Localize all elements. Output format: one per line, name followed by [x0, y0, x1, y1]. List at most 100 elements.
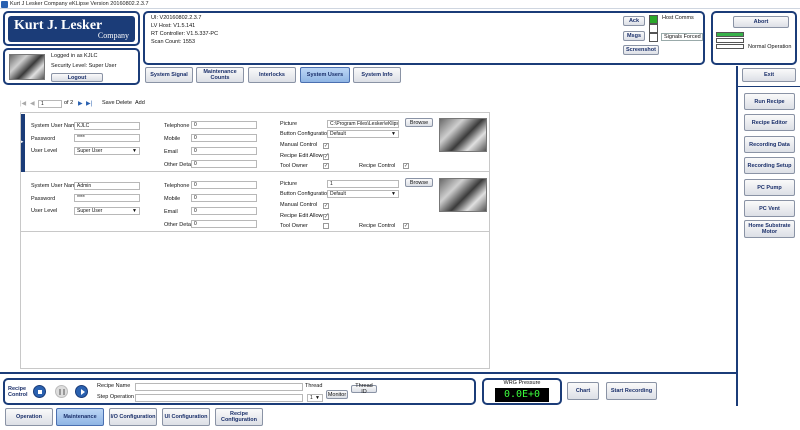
recipe-name-input[interactable] [135, 383, 303, 391]
mobile-input[interactable]: 0 [191, 134, 257, 142]
home-substrate-motor-button[interactable]: Home Substrate Motor [744, 220, 795, 238]
ack-button[interactable]: Ack [623, 16, 645, 26]
next-record-icon[interactable]: ▶ [78, 100, 83, 107]
pc-pump-button[interactable]: PC Pump [744, 179, 795, 196]
picture-path-input[interactable]: 1 [327, 180, 399, 188]
msgs-button[interactable]: Msgs [623, 31, 645, 41]
email-input[interactable]: 0 [191, 207, 257, 215]
user-level-select[interactable]: Super User ▼ [74, 147, 140, 155]
logo-subtext: Company [97, 31, 129, 40]
other-detail-label: Other Detail [164, 162, 194, 168]
tool-owner-label: Tool Owner [280, 223, 308, 229]
pause-icon[interactable] [55, 385, 68, 398]
recipe-control-checkbox[interactable]: ✓ [403, 163, 409, 169]
tab-system-users[interactable]: System Users [300, 67, 350, 83]
logo: Kurt J. Lesker Company [8, 16, 135, 42]
browse-button[interactable]: Browse [405, 118, 433, 127]
abort-button[interactable]: Abort [733, 16, 789, 28]
button-config-label: Button Configuration [280, 191, 331, 197]
manual-control-checkbox[interactable]: ✓ [323, 143, 329, 149]
thread-select[interactable]: 1 ▼ [307, 394, 323, 402]
tab-io-configuration[interactable]: I/O Configuration [109, 408, 157, 426]
user-name-input[interactable]: Admin [74, 182, 140, 190]
window-title: Kurt J Lesker Company eKLipse Version 20… [10, 1, 149, 7]
button-config-value: Default [330, 191, 346, 197]
chart-button[interactable]: Chart [567, 382, 599, 400]
tool-owner-checkbox[interactable] [323, 223, 329, 229]
tab-operation[interactable]: Operation [5, 408, 53, 426]
user-level-value: Super User [77, 148, 103, 154]
email-input[interactable]: 0 [191, 147, 257, 155]
recipe-control-label: Recipe Control [359, 223, 396, 229]
telephone-input[interactable]: 0 [191, 181, 257, 189]
recipe-edit-checkbox[interactable]: ✓ [323, 214, 329, 220]
other-detail-input[interactable]: 0 [191, 160, 257, 168]
tool-owner-checkbox[interactable]: ✓ [323, 163, 329, 169]
browse-button[interactable]: Browse [405, 178, 433, 187]
user-level-label: User Level [31, 208, 58, 214]
user-level-label: User Level [31, 148, 58, 154]
tab-recipe-configuration[interactable]: Recipe Configuration [215, 408, 263, 426]
exit-button[interactable]: Exit [742, 68, 796, 82]
other-detail-input[interactable]: 0 [191, 220, 257, 228]
tab-system-signal[interactable]: System Signal [145, 67, 193, 83]
tab-ui-configuration[interactable]: UI Configuration [162, 408, 210, 426]
start-recording-button[interactable]: Start Recording [606, 382, 657, 400]
thread-label: Thread [305, 383, 323, 389]
monitor-button[interactable]: Monitor [326, 390, 348, 399]
password-input[interactable]: **** [74, 134, 140, 142]
user-panel: Logged in as KJLC Security Level: Super … [3, 48, 140, 85]
chevron-down-icon: ▼ [391, 191, 396, 197]
wrg-pressure-panel: WRG Pressure 0.0E+0 [482, 378, 562, 405]
pc-vent-button[interactable]: PC Vent [744, 200, 795, 217]
tab-interlocks[interactable]: Interlocks [248, 67, 296, 83]
status-panel: Abort Normal Operation [711, 11, 797, 65]
step-operation-input[interactable] [135, 394, 303, 402]
play-icon[interactable] [75, 385, 88, 398]
user-record[interactable]: System User Name Admin Password **** Use… [21, 174, 489, 232]
recipe-edit-label: Recipe Edit Allowed [280, 153, 329, 159]
status-bar-green [716, 32, 744, 37]
recipe-control-checkbox[interactable]: ✓ [403, 223, 409, 229]
users-list: ▸ System User Name KJLC Password **** Us… [20, 112, 490, 369]
chevron-down-icon: ▼ [391, 131, 396, 137]
screenshot-button[interactable]: Screenshot [623, 45, 659, 55]
button-config-select[interactable]: Default ▼ [327, 130, 399, 138]
recipe-edit-checkbox[interactable]: ✓ [323, 154, 329, 160]
tab-maintenance[interactable]: Maintenance [56, 408, 104, 426]
ui-version: UI: V20160802.2.3.7 [151, 15, 202, 21]
row-pointer-icon: ▸ [21, 139, 24, 145]
recording-setup-button[interactable]: Recording Setup [744, 157, 795, 174]
run-recipe-button[interactable]: Run Recipe [744, 93, 795, 110]
recipe-editor-button[interactable]: Recipe Editor [744, 114, 795, 131]
delete-link[interactable]: Delete [116, 100, 132, 107]
page-input[interactable]: 1 [38, 100, 62, 108]
picture-path-input[interactable]: C:\Program Files\Lesker\eKlipse\el [327, 120, 399, 128]
save-link[interactable]: Save [102, 100, 115, 107]
user-level-value: Super User [77, 208, 103, 214]
user-record[interactable]: ▸ System User Name KJLC Password **** Us… [21, 114, 489, 172]
mobile-label: Mobile [164, 196, 181, 202]
mobile-input[interactable]: 0 [191, 194, 257, 202]
add-link[interactable]: Add [135, 100, 145, 107]
button-config-select[interactable]: Default ▼ [327, 190, 399, 198]
tab-system-info[interactable]: System Info [353, 67, 401, 83]
stop-icon[interactable] [33, 385, 46, 398]
manual-control-checkbox[interactable]: ✓ [323, 203, 329, 209]
prev-record-icon[interactable]: ◀ [30, 100, 35, 107]
tab-maintenance-counts[interactable]: Maintenance Counts [196, 67, 244, 83]
rt-controller-version: RT Controller: V1.5.337-PC [151, 31, 219, 37]
user-name-input[interactable]: KJLC [74, 122, 140, 130]
logout-button[interactable]: Logout [51, 73, 103, 82]
thread-id-button[interactable]: Thread ID [351, 383, 377, 395]
user-level-select[interactable]: Super User ▼ [74, 207, 140, 215]
logged-in-text: Logged in as KJLC [51, 53, 98, 59]
recording-data-button[interactable]: Recording Data [744, 136, 795, 153]
last-record-icon[interactable]: ▶| [86, 100, 92, 107]
picture-label: Picture [280, 181, 298, 187]
password-label: Password [31, 196, 56, 202]
telephone-input[interactable]: 0 [191, 121, 257, 129]
password-input[interactable]: **** [74, 194, 140, 202]
scan-count: Scan Count: 1553 [151, 39, 196, 45]
first-record-icon[interactable]: |◀ [20, 100, 26, 107]
